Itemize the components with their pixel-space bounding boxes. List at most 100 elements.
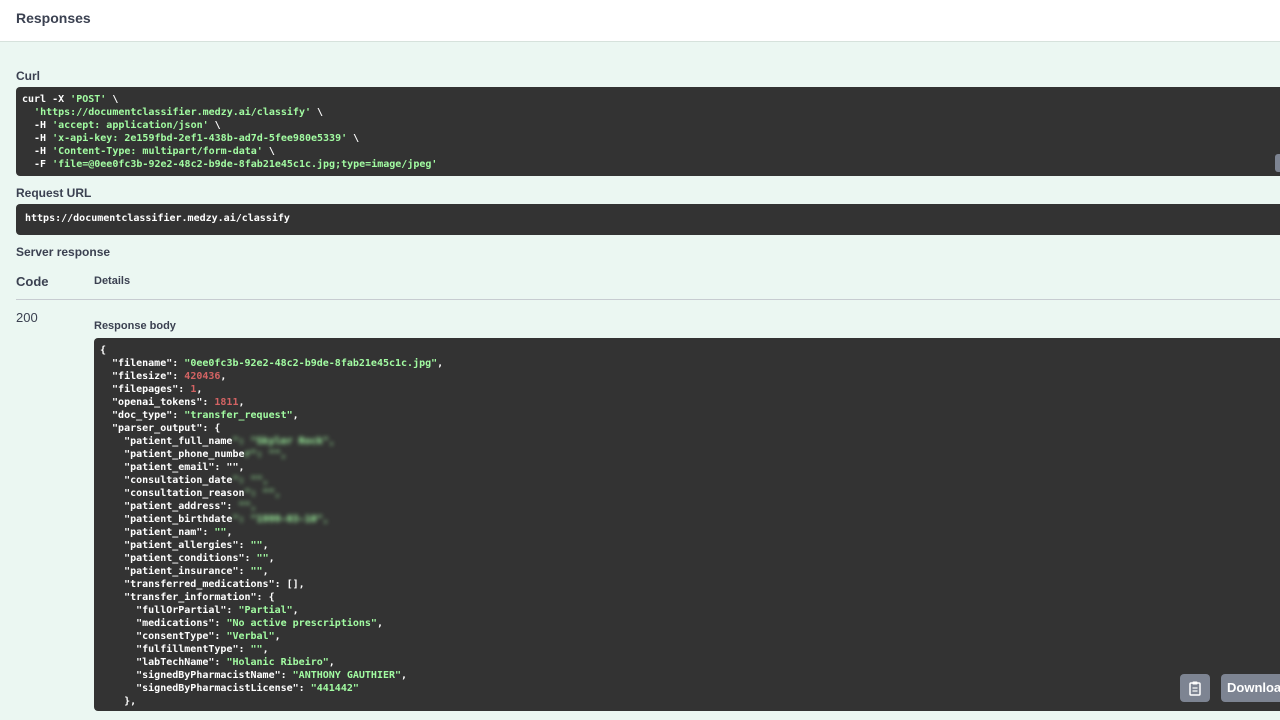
curl-label: Curl <box>16 69 40 83</box>
download-button[interactable]: Download <box>1221 674 1280 702</box>
json-token: "filepages": <box>100 384 191 395</box>
json-token: , <box>437 358 444 369</box>
code-column-header: Code <box>16 274 49 289</box>
table-divider <box>16 299 1280 300</box>
json-token: "patient_address": <box>100 501 239 512</box>
json-token: "labTechName": <box>100 657 227 668</box>
json-token: , <box>268 553 275 564</box>
json-token: "filename": <box>100 358 185 369</box>
server-response-label: Server response <box>16 245 111 259</box>
curl-string: 'accept: application/json' <box>52 120 209 131</box>
json-line: "labTechName": "Holanic Ribeiro", <box>100 656 1280 669</box>
json-token: , <box>262 566 269 577</box>
request-url-label: Request URL <box>16 186 92 200</box>
responses-header: Responses <box>0 0 1280 42</box>
curl-text: \ <box>106 94 119 105</box>
curl-text: -H <box>22 133 53 144</box>
json-token: "patient_nam": <box>100 527 215 538</box>
redacted-text: r": "", <box>244 449 287 460</box>
json-token: 420436 <box>184 371 221 382</box>
json-token: "consultation_date <box>100 475 233 486</box>
curl-text: -H <box>22 120 53 131</box>
json-line: "signedByPharmacistName": "ANTHONY GAUTH… <box>100 669 1280 682</box>
json-token: "Verbal" <box>226 631 275 642</box>
json-token: "parser_output": { <box>100 423 221 434</box>
json-token: "signedByPharmacistLicense": <box>100 683 311 694</box>
json-token: "No active prescriptions" <box>226 618 377 629</box>
json-line: "patient_address": "", <box>100 500 1280 513</box>
json-token: "" <box>250 540 263 551</box>
json-token: "0ee0fc3b-92e2-48c2-b9de-8fab21e45c1c.jp… <box>184 358 438 369</box>
curl-line: -H 'x-api-key: 2e159fbd-2ef1-438b-ad7d-5… <box>22 132 1280 145</box>
json-token: "patient_phone_numbe <box>100 449 245 460</box>
json-token: "patient_full_name <box>100 436 233 447</box>
json-token: "transferred_medications": [], <box>100 579 305 590</box>
json-token: "filesize": <box>100 371 185 382</box>
json-token: "patient_allergies": <box>100 540 251 551</box>
json-line: "patient_birthdate": "1999-03-10", <box>100 513 1280 526</box>
json-line: "patient_nam": "", <box>100 526 1280 539</box>
curl-string: 'https://documentclassifier.medzy.ai/cla… <box>34 107 311 118</box>
curl-text: \ <box>311 107 324 118</box>
json-line: "fulfillmentType": "", <box>100 643 1280 656</box>
json-token: "medications": <box>100 618 227 629</box>
json-line: "consentType": "Verbal", <box>100 630 1280 643</box>
json-token: "openai_tokens": <box>100 397 215 408</box>
request-url-value: https://documentclassifier.medzy.ai/clas… <box>25 213 290 224</box>
curl-line: -H 'Content-Type: multipart/form-data' \ <box>22 145 1280 158</box>
json-line: "signedByPharmacistLicense": "441442" <box>100 682 1280 695</box>
json-token: , <box>328 657 335 668</box>
json-token: }, <box>100 696 137 707</box>
json-token: "patient_conditions": <box>100 553 257 564</box>
json-token: , <box>262 540 269 551</box>
json-token: , <box>376 618 383 629</box>
json-token: , <box>401 670 408 681</box>
json-token: "fulfillmentType": <box>100 644 251 655</box>
json-line: "consultation_date": "", <box>100 474 1280 487</box>
json-line: "filesize": 420436, <box>100 370 1280 383</box>
json-token: , <box>262 644 269 655</box>
response-body-json: { "filename": "0ee0fc3b-92e2-48c2-b9de-8… <box>94 338 1280 708</box>
curl-line: curl -X 'POST' \ <box>22 93 1280 106</box>
json-token: "441442" <box>310 683 359 694</box>
response-status-code: 200 <box>16 310 38 325</box>
json-line: "medications": "No active prescriptions"… <box>100 617 1280 630</box>
curl-code-block[interactable]: curl -X 'POST' \ 'https://documentclassi… <box>16 87 1280 176</box>
json-line: "transfer_information": { <box>100 591 1280 604</box>
json-line: }, <box>100 695 1280 708</box>
responses-title: Responses <box>16 10 91 26</box>
request-url-box: https://documentclassifier.medzy.ai/clas… <box>16 204 1280 235</box>
response-body-label: Response body <box>94 320 176 332</box>
curl-text <box>22 107 34 118</box>
redacted-text: ": "", <box>244 488 281 499</box>
json-line: "parser_output": { <box>100 422 1280 435</box>
json-token: "ANTHONY GAUTHIER" <box>292 670 402 681</box>
json-token: "transfer_information": { <box>100 592 275 603</box>
copy-curl-icon[interactable] <box>1275 154 1280 172</box>
json-token: "Partial" <box>238 605 293 616</box>
copy-to-clipboard-button[interactable] <box>1180 674 1210 702</box>
curl-text: \ <box>347 133 360 144</box>
json-token: "consentType": <box>100 631 227 642</box>
json-token: { <box>100 345 107 356</box>
json-token: , <box>292 605 299 616</box>
json-token: "fullOrPartial": <box>100 605 239 616</box>
redacted-text: "", <box>238 501 257 512</box>
json-token: 1811 <box>214 397 239 408</box>
details-column-header: Details <box>94 275 131 287</box>
json-line: "filepages": 1, <box>100 383 1280 396</box>
curl-string: 'Content-Type: multipart/form-data' <box>52 146 263 157</box>
json-line: "patient_email": "", <box>100 461 1280 474</box>
json-token: "doc_type": <box>100 410 185 421</box>
curl-line: -H 'accept: application/json' \ <box>22 119 1280 132</box>
json-line: "patient_conditions": "", <box>100 552 1280 565</box>
json-line: "transferred_medications": [], <box>100 578 1280 591</box>
json-line: "openai_tokens": 1811, <box>100 396 1280 409</box>
redacted-text: ": "Skyler Rock", <box>232 436 335 447</box>
response-body-block[interactable]: { "filename": "0ee0fc3b-92e2-48c2-b9de-8… <box>94 338 1280 711</box>
json-token: "transfer_request" <box>184 410 293 421</box>
json-line: "patient_insurance": "", <box>100 565 1280 578</box>
json-token: "patient_email": "", <box>100 462 245 473</box>
json-token: , <box>196 384 203 395</box>
json-token: , <box>238 397 245 408</box>
